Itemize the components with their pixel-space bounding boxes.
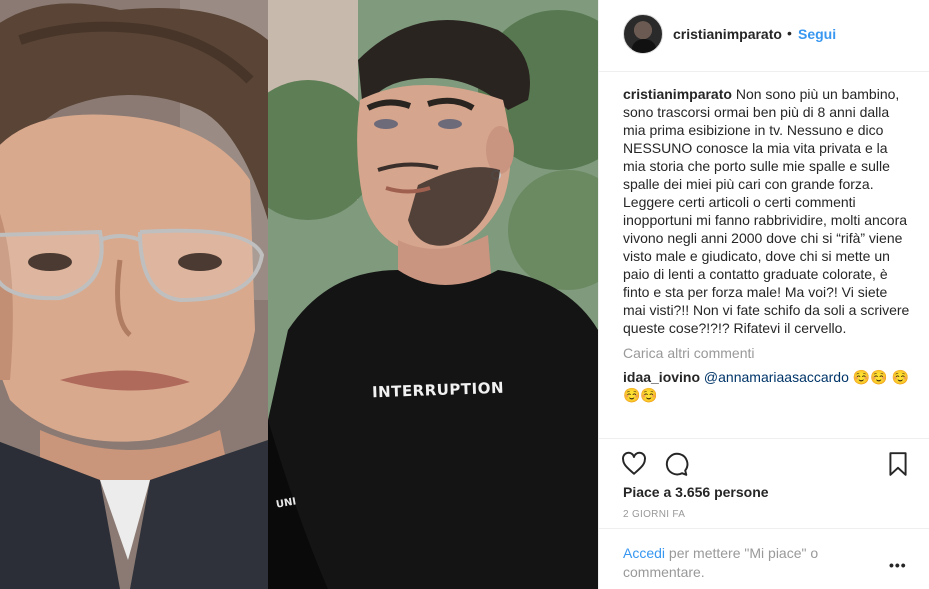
caption-text: Non sono più un bambino, sono trascorsi … — [623, 86, 910, 336]
caption-username[interactable]: cristianimparato — [623, 86, 732, 102]
post-header: cristianimparato • Segui — [599, 0, 929, 72]
post-footer: Accedi per mettere "Mi piace" o commenta… — [599, 528, 929, 589]
comment-username[interactable]: idaa_iovino — [623, 369, 700, 385]
list-item: idaa_iovino @annamariaasaccardo ☺️☺️ ☺️☺… — [623, 368, 913, 404]
follow-button[interactable]: Segui — [798, 26, 836, 42]
boy-illustration — [0, 0, 268, 589]
photo-left-panel — [0, 0, 268, 589]
man-illustration — [268, 0, 598, 589]
post-sidebar: cristianimparato • Segui cristianimparat… — [598, 0, 929, 589]
post-timestamp[interactable]: 2 GIORNI FA — [623, 509, 685, 520]
comment-icon[interactable] — [663, 451, 689, 477]
load-more-comments-button[interactable]: Carica altri commenti — [623, 345, 913, 361]
post-image[interactable]: INTERRUPTION UNI — [0, 0, 598, 589]
caption: cristianimparato Non sono più un bambino… — [623, 85, 913, 337]
comments-list[interactable]: cristianimparato Non sono più un bambino… — [623, 85, 913, 437]
login-prompt: Accedi per mettere "Mi piace" o commenta… — [623, 544, 863, 582]
photo-right-panel: INTERRUPTION UNI — [268, 0, 598, 589]
header-username[interactable]: cristianimparato — [673, 26, 782, 42]
login-link[interactable]: Accedi — [623, 545, 665, 561]
ellipsis-icon[interactable]: ••• — [889, 557, 907, 573]
header-separator: • — [787, 25, 792, 41]
bookmark-icon[interactable] — [885, 451, 911, 477]
likes-count[interactable]: Piace a 3.656 persone — [623, 484, 769, 500]
comment-mention[interactable]: @annamariaasaccardo — [704, 369, 849, 385]
avatar[interactable] — [623, 14, 663, 54]
heart-icon[interactable] — [621, 451, 647, 477]
